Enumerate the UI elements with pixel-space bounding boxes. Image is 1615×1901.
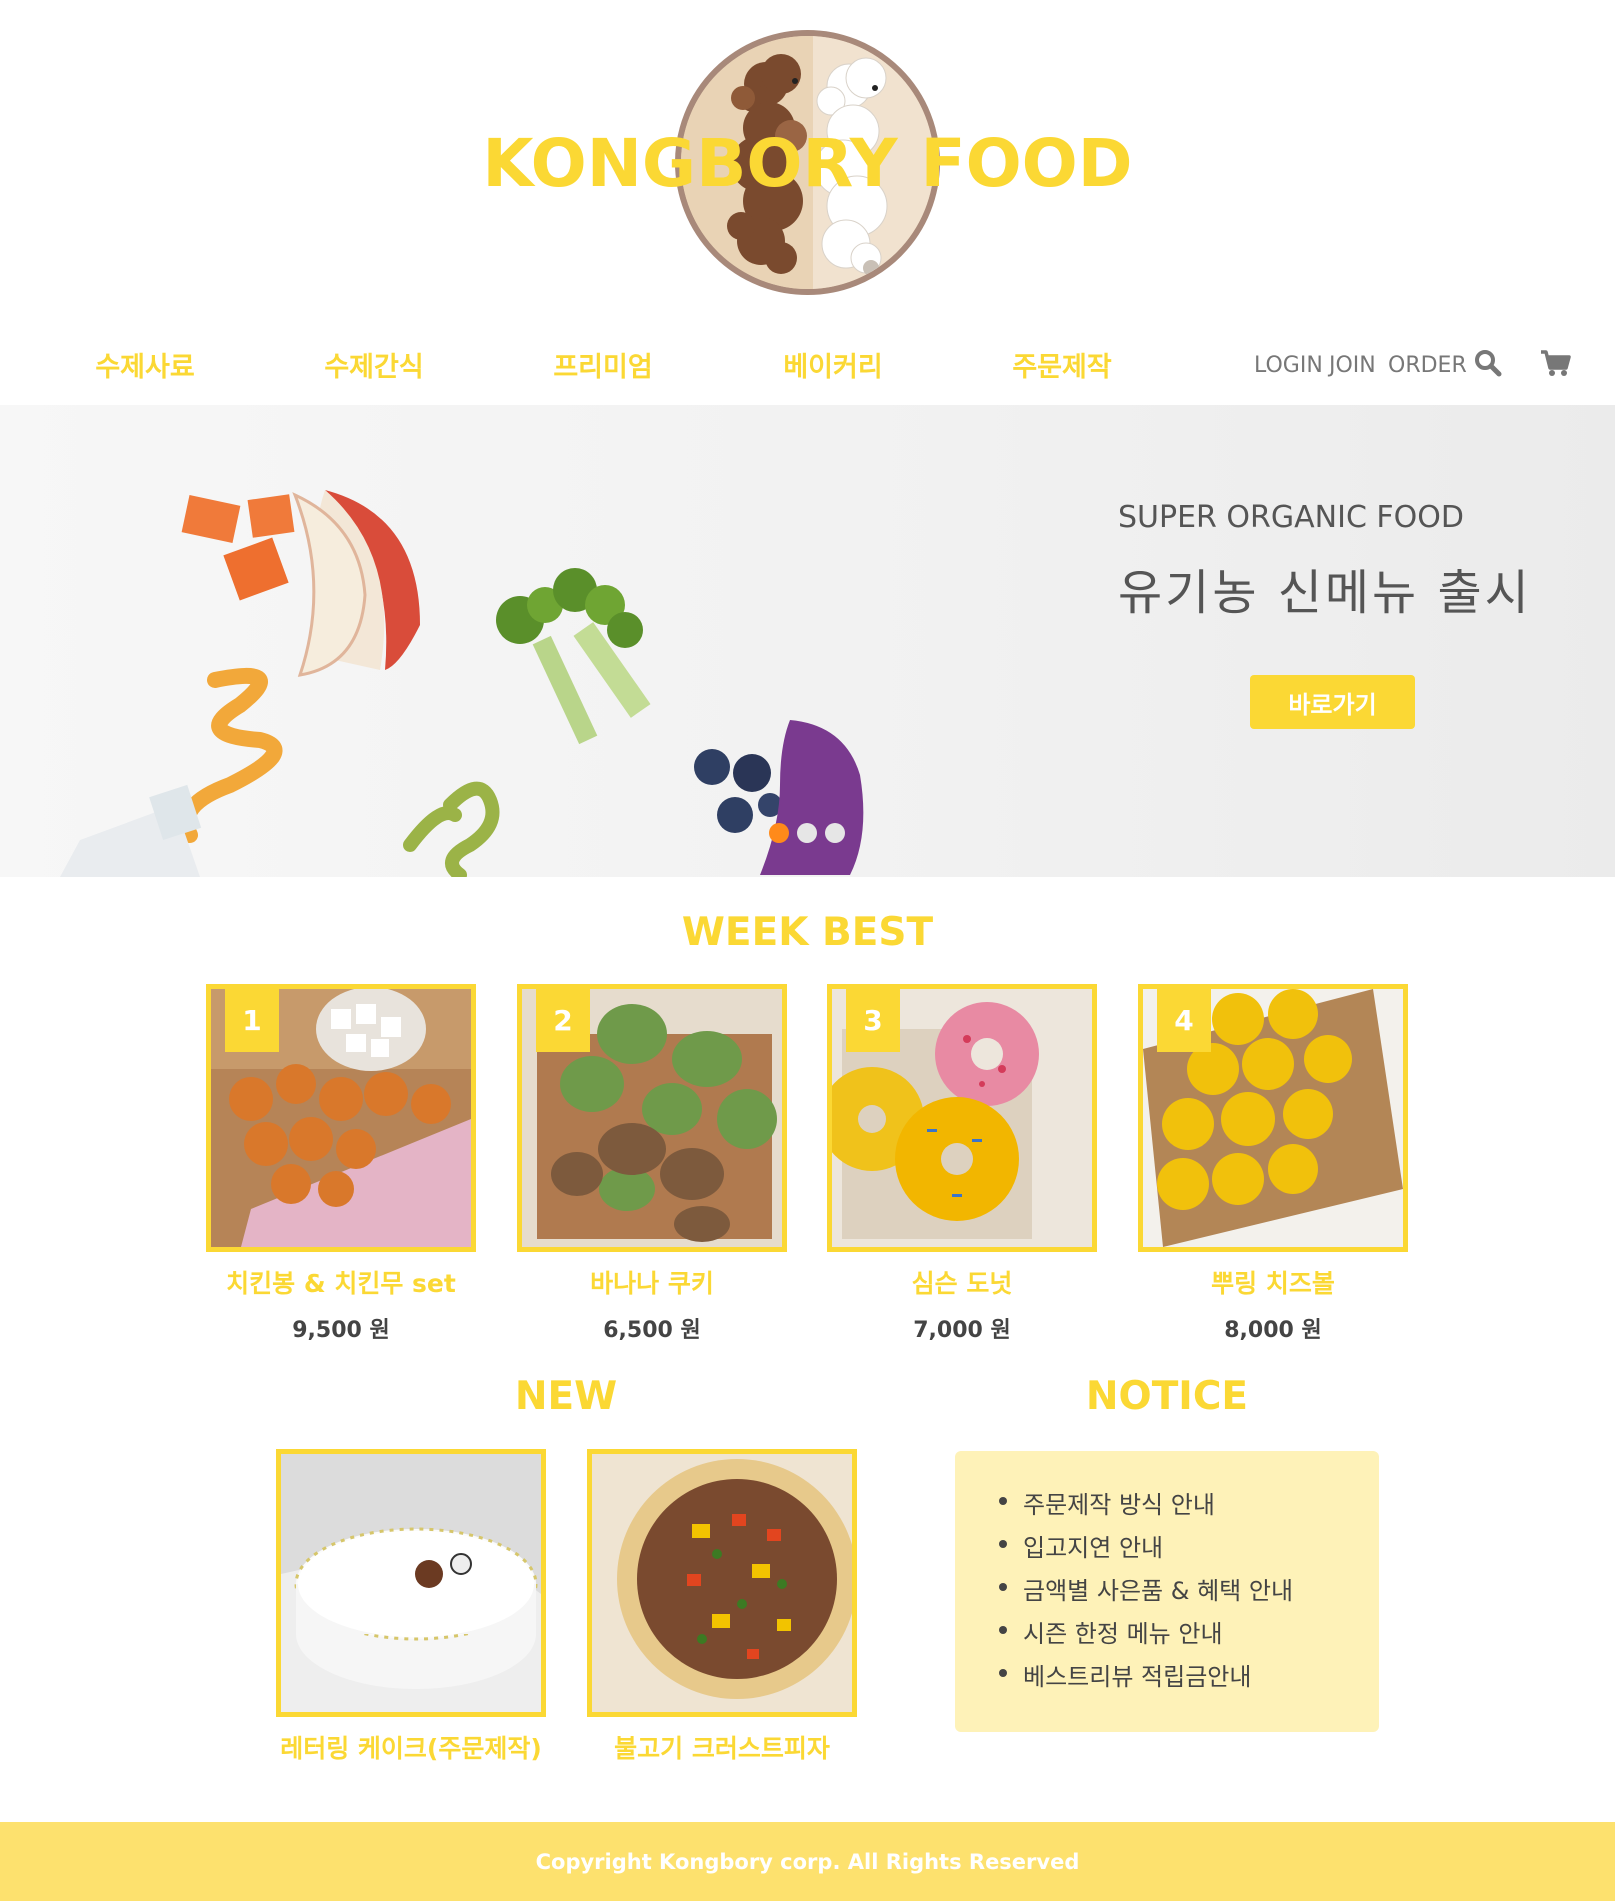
nav-item-custom-order[interactable]: 주문제작 (962, 345, 1162, 384)
slide-dot-1[interactable] (769, 823, 789, 843)
new-product-card: 레터링 케이크(주문제작) (276, 1449, 546, 1765)
product-name[interactable]: 바나나 쿠키 (517, 1264, 787, 1300)
order-link[interactable]: ORDER (1388, 353, 1467, 378)
rank-badge: 2 (536, 989, 590, 1052)
week-best-title: WEEK BEST (681, 910, 934, 955)
product-image[interactable]: 1 (206, 984, 476, 1252)
notice-item[interactable]: 주문제작 방식 안내 (995, 1485, 1379, 1528)
product-name[interactable]: 치킨봉 & 치킨무 set (206, 1264, 476, 1300)
product-card: 2 바나나 쿠키 6,500 원 (517, 984, 787, 1344)
slide-dot-3[interactable] (825, 823, 845, 843)
new-title: NEW (514, 1374, 618, 1419)
slider-dots (769, 823, 845, 843)
product-image[interactable]: 4 (1138, 984, 1408, 1252)
site-header: KONGBORY FOOD (0, 0, 1615, 318)
hero-go-button[interactable]: 바로가기 (1250, 675, 1415, 729)
login-link[interactable]: LOGIN (1254, 353, 1323, 378)
product-price: 6,500 원 (603, 1318, 701, 1343)
brand-name[interactable]: KONGBORY FOOD (0, 125, 1615, 202)
notice-item[interactable]: 금액별 사은품 & 혜택 안내 (995, 1571, 1379, 1614)
notice-item[interactable]: 시즌 한정 메뉴 안내 (995, 1614, 1379, 1657)
product-card: 4 뿌링 치즈볼 8,000 원 (1138, 984, 1408, 1344)
new-product-card: 불고기 크러스트피자 (587, 1449, 857, 1765)
rank-badge: 3 (846, 989, 900, 1052)
copyright-text: Copyright Kongbory corp. All Rights Rese… (535, 1849, 1080, 1874)
rank-badge: 1 (225, 989, 279, 1052)
product-name[interactable]: 뿌링 치즈볼 (1138, 1264, 1408, 1300)
product-name[interactable]: 심슨 도넛 (827, 1264, 1097, 1300)
join-link[interactable]: JOIN (1329, 353, 1376, 378)
site-footer: Copyright Kongbory corp. All Rights Rese… (0, 1822, 1615, 1901)
product-card: 1 치킨봉 & 치킨무 set 9,500 원 (206, 984, 476, 1344)
nav-item-bakery[interactable]: 베이커리 (733, 345, 933, 384)
notice-box: 주문제작 방식 안내 입고지연 안내 금액별 사은품 & 혜택 안내 시즌 한정… (955, 1451, 1379, 1732)
slide-dot-2[interactable] (797, 823, 817, 843)
product-image[interactable] (587, 1449, 857, 1717)
product-price: 8,000 원 (1224, 1318, 1322, 1343)
notice-list: 주문제작 방식 안내 입고지연 안내 금액별 사은품 & 혜택 안내 시즌 한정… (995, 1485, 1379, 1700)
product-image[interactable]: 3 (827, 984, 1097, 1252)
cart-icon[interactable] (1540, 349, 1572, 381)
hero-banner: SUPER ORGANIC FOOD 유기농 신메뉴 출시 바로가기 (0, 405, 1615, 877)
product-name[interactable]: 레터링 케이크(주문제작) (276, 1729, 546, 1765)
notice-item[interactable]: 입고지연 안내 (995, 1528, 1379, 1571)
product-image[interactable]: 2 (517, 984, 787, 1252)
hero-food-illustration (60, 490, 864, 877)
notice-title: NOTICE (1085, 1374, 1249, 1419)
nav-item-premium[interactable]: 프리미엄 (503, 345, 703, 384)
rank-badge: 4 (1157, 989, 1211, 1052)
hero-title: 유기농 신메뉴 출시 (1118, 565, 1532, 621)
product-price: 7,000 원 (913, 1318, 1011, 1343)
main-nav: 수제사료 수제간식 프리미엄 베이커리 주문제작 LOGIN JOIN ORDE… (0, 325, 1615, 405)
notice-item[interactable]: 베스트리뷰 적립금안내 (995, 1657, 1379, 1700)
product-name[interactable]: 불고기 크러스트피자 (587, 1729, 857, 1765)
product-card: 3 심슨 도넛 7,000 원 (827, 984, 1097, 1344)
nav-item-handmade-snack[interactable]: 수제간식 (274, 345, 474, 384)
product-price: 9,500 원 (292, 1318, 390, 1343)
nav-item-handmade-food[interactable]: 수제사료 (45, 345, 245, 384)
search-icon[interactable] (1474, 349, 1502, 381)
hero-subtitle: SUPER ORGANIC FOOD (1118, 500, 1465, 535)
product-image[interactable] (276, 1449, 546, 1717)
